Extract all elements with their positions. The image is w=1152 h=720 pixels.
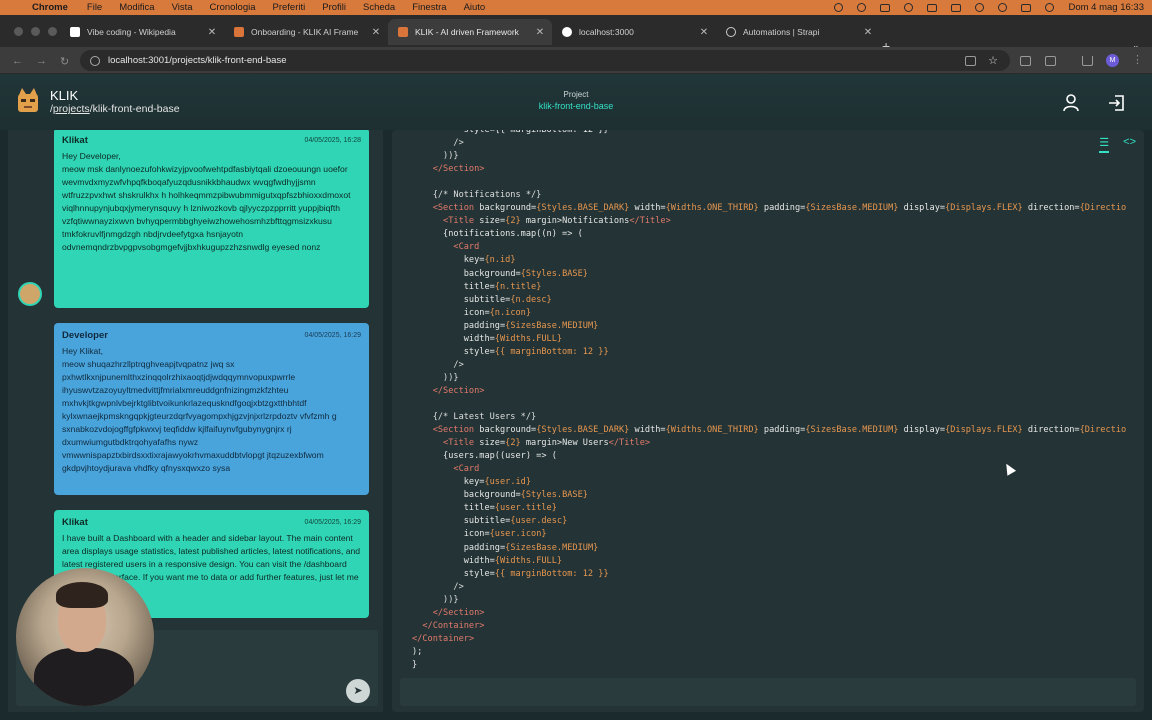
download-icon[interactable] xyxy=(1082,56,1093,66)
close-tab-icon[interactable]: ✕ xyxy=(534,27,546,38)
code-panel: ☰ <> style={{ marginBottom: 12 }} /> ))}… xyxy=(392,130,1144,712)
chat-message-bot: Klikat 04/05/2025, 16:28 Hey Developer, m… xyxy=(54,130,369,308)
send-button[interactable]: ➤ xyxy=(346,679,370,703)
browser-tab[interactable]: Vibe coding - Wikipedia ✕ xyxy=(60,19,224,45)
menu-file[interactable]: File xyxy=(87,2,102,13)
klikat-avatar xyxy=(18,282,42,306)
browser-tab-strip: Vibe coding - Wikipedia ✕ Onboarding - K… xyxy=(0,15,1152,54)
globe-icon xyxy=(726,27,736,37)
forward-icon[interactable]: → xyxy=(36,55,47,67)
keyboard-icon[interactable] xyxy=(951,3,962,12)
close-tab-icon[interactable]: ✕ xyxy=(862,27,874,38)
user-profile-icon[interactable] xyxy=(1063,94,1079,112)
profile-avatar[interactable]: M xyxy=(1106,54,1119,67)
wikipedia-icon xyxy=(70,27,80,37)
macos-menubar: Chrome File Modifica Vista Cronologia Pr… xyxy=(0,0,1152,15)
browser-tab[interactable]: Automations | Strapi ✕ xyxy=(716,19,880,45)
menu-profili[interactable]: Profili xyxy=(322,2,346,13)
battery-icon[interactable] xyxy=(927,3,938,12)
back-icon[interactable]: ← xyxy=(12,55,23,67)
bluetooth-icon[interactable] xyxy=(904,3,914,12)
menu-modifica[interactable]: Modifica xyxy=(119,2,154,13)
window-controls xyxy=(14,27,57,36)
menubar-clock[interactable]: Dom 4 mag 16:33 xyxy=(1068,2,1144,13)
menu-vista[interactable]: Vista xyxy=(172,2,193,13)
tab-label: KLIK - AI driven Framework xyxy=(415,27,519,37)
status-icon[interactable] xyxy=(834,3,844,12)
close-tab-icon[interactable]: ✕ xyxy=(698,27,710,38)
close-tab-icon[interactable]: ✕ xyxy=(206,27,218,38)
url-input[interactable]: localhost:3001/projects/klik-front-end-b… xyxy=(80,50,1010,71)
close-tab-icon[interactable]: ✕ xyxy=(370,27,382,38)
message-author: Klikat xyxy=(62,135,88,146)
address-bar-row: ← → ↻ localhost:3001/projects/klik-front… xyxy=(0,47,1152,74)
wifi-icon[interactable] xyxy=(975,3,985,12)
tab-label: localhost:3000 xyxy=(579,27,634,37)
klik-favicon-icon xyxy=(398,27,408,37)
code-footer-bar xyxy=(400,678,1136,706)
menu-cronologia[interactable]: Cronologia xyxy=(210,2,256,13)
webcam-person-hair xyxy=(56,582,108,608)
menu-aiuto[interactable]: Aiuto xyxy=(464,2,486,13)
extension-icon[interactable] xyxy=(1020,56,1031,66)
maximize-window-icon[interactable] xyxy=(48,27,57,36)
message-timestamp: 04/05/2025, 16:28 xyxy=(304,137,361,144)
project-name: klik-front-end-base xyxy=(538,101,614,111)
klik-favicon-icon xyxy=(234,27,244,37)
message-text: Hey Developer, meow msk danlynoezufohkwi… xyxy=(62,151,351,252)
bookmark-star-icon[interactable]: ☆ xyxy=(988,54,998,67)
url-text: localhost:3001/projects/klik-front-end-b… xyxy=(108,55,287,66)
code-editor[interactable]: style={{ marginBottom: 12 }} /> ))} </Se… xyxy=(412,130,1126,672)
menu-finestra[interactable]: Finestra xyxy=(412,2,446,13)
browser-tab-active[interactable]: KLIK - AI driven Framework ✕ xyxy=(388,19,552,45)
close-window-icon[interactable] xyxy=(14,27,23,36)
site-info-icon[interactable] xyxy=(90,55,100,66)
siri-icon[interactable] xyxy=(1045,3,1055,12)
puzzle-icon[interactable] xyxy=(1045,56,1056,66)
message-text: Hey Klikat, meow shuqazhrzllptrqghveapjt… xyxy=(62,346,337,473)
message-timestamp: 04/05/2025, 16:29 xyxy=(304,519,361,526)
browser-menu-icon[interactable]: ⋮ xyxy=(1132,53,1143,66)
message-author: Klikat xyxy=(62,517,88,528)
menu-app-name[interactable]: Chrome xyxy=(32,2,68,13)
reload-icon[interactable]: ↻ xyxy=(60,55,69,68)
menu-scheda[interactable]: Scheda xyxy=(363,2,395,13)
minimize-window-icon[interactable] xyxy=(31,27,40,36)
webcam-overlay xyxy=(16,568,154,706)
control-center-icon[interactable] xyxy=(1021,3,1032,12)
chat-message-user: Developer 04/05/2025, 16:29 Hey Klikat, m… xyxy=(54,323,369,495)
mute-icon[interactable] xyxy=(880,3,891,12)
browser-tab[interactable]: Onboarding - KLIK AI Frame ✕ xyxy=(224,19,388,45)
install-app-icon[interactable] xyxy=(965,55,977,66)
site-icon xyxy=(562,27,572,37)
message-timestamp: 04/05/2025, 16:29 xyxy=(304,332,361,339)
apple-icon[interactable] xyxy=(8,3,18,13)
browser-tab[interactable]: localhost:3000 ✕ xyxy=(552,19,716,45)
app-header: KLIK /projects/klik-front-end-base Proje… xyxy=(0,74,1152,130)
tab-label: Vibe coding - Wikipedia xyxy=(87,27,176,37)
help-icon[interactable] xyxy=(857,3,867,12)
logout-icon[interactable] xyxy=(1108,95,1126,111)
send-icon: ➤ xyxy=(353,685,363,697)
webcam-person-body xyxy=(34,648,134,706)
tab-label: Onboarding - KLIK AI Frame xyxy=(251,27,359,37)
project-label: Project xyxy=(563,90,589,99)
message-author: Developer xyxy=(62,330,108,341)
tab-label: Automations | Strapi xyxy=(743,27,820,37)
spotlight-icon[interactable] xyxy=(998,3,1008,12)
menu-preferiti[interactable]: Preferiti xyxy=(273,2,306,13)
